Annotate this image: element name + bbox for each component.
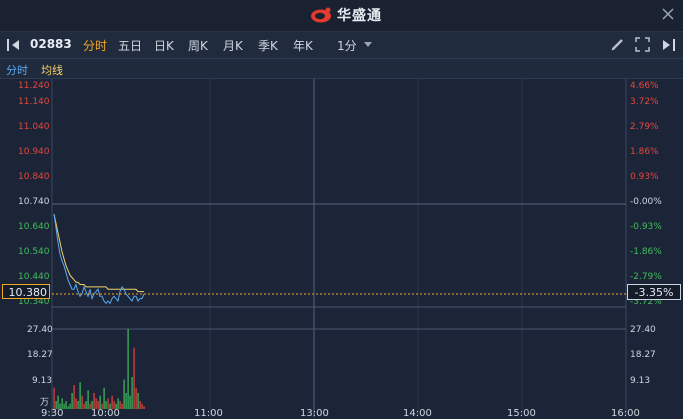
pct-tick: -1.86%	[630, 247, 662, 257]
stock-code: 02883	[30, 37, 72, 51]
volume-bar	[103, 387, 105, 409]
time-tick: 9:30	[41, 408, 64, 419]
volume-bar	[141, 403, 143, 409]
volume-bar	[143, 406, 145, 409]
pct-tick: 3.72%	[630, 97, 659, 107]
volume-bar	[73, 385, 75, 409]
current-price-label: 10.380	[2, 284, 50, 299]
legend-bar: 分时 均线	[0, 59, 683, 79]
tab-five-day[interactable]: 五日	[118, 37, 142, 54]
volume-tick-right: 18.27	[630, 350, 656, 360]
tab-quarterly-k[interactable]: 季K	[258, 37, 278, 54]
volume-bar	[65, 401, 67, 409]
pct-tick: 4.66%	[630, 81, 659, 91]
volume-bar	[135, 387, 137, 409]
volume-bar	[57, 395, 59, 409]
current-change-label: -3.35%	[627, 284, 681, 300]
tab-monthly-k[interactable]: 月K	[223, 37, 243, 54]
pencil-icon[interactable]	[610, 37, 625, 52]
brand-logo: 华盛通	[309, 5, 382, 25]
app-header: 华盛通	[0, 0, 683, 32]
volume-bar	[75, 398, 77, 409]
brand-name: 华盛通	[337, 8, 382, 24]
pct-tick: -2.79%	[630, 272, 662, 282]
volume-bar	[131, 377, 133, 409]
volume-tick: 18.27	[27, 350, 53, 360]
volume-bar	[93, 393, 95, 409]
price-tick: 10.940	[18, 147, 50, 157]
time-tick: 15:00	[507, 408, 536, 419]
time-tick: 10:00	[91, 408, 120, 419]
price-tick: 10.740	[18, 197, 50, 207]
brand-swirl-icon	[311, 7, 331, 23]
volume-bar	[53, 387, 55, 409]
price-tick: 11.140	[18, 97, 50, 107]
volume-bar	[111, 395, 113, 409]
pct-tick: 0.93%	[630, 172, 659, 182]
volume-bar	[79, 382, 81, 409]
tab-weekly-k[interactable]: 周K	[188, 37, 208, 54]
volume-bar	[63, 403, 65, 409]
chart-area[interactable]	[0, 79, 683, 417]
pct-tick: -0.93%	[630, 222, 662, 232]
price-tick: 10.640	[18, 222, 50, 232]
tab-daily-k[interactable]: 日K	[154, 37, 174, 54]
interval-select[interactable]: 1分	[337, 37, 357, 54]
volume-bar	[125, 393, 127, 409]
intraday-price-line	[53, 213, 145, 305]
volume-bar	[83, 403, 85, 409]
chevron-down-icon[interactable]	[364, 42, 372, 48]
average-price-line	[53, 213, 144, 293]
close-icon[interactable]	[660, 6, 676, 22]
time-tick: 13:00	[300, 408, 329, 419]
legend-intraday-line: 分时	[6, 64, 28, 77]
price-tick: 10.540	[18, 247, 50, 257]
volume-tick: 27.40	[27, 325, 53, 335]
tab-yearly-k[interactable]: 年K	[293, 37, 313, 54]
volume-bar	[81, 395, 83, 409]
chart-toolbar: 02883 分时 五日 日K 周K 月K 季K 年K 1分	[0, 32, 683, 59]
volume-bar	[99, 395, 101, 409]
legend-average-line: 均线	[41, 64, 63, 77]
expand-panel-icon[interactable]	[660, 38, 676, 52]
volume-tick-right: 27.40	[630, 325, 656, 335]
price-tick: 10.840	[18, 172, 50, 182]
volume-bar	[85, 401, 87, 409]
collapse-panel-icon[interactable]	[6, 38, 22, 52]
time-tick: 14:00	[403, 408, 432, 419]
price-tick: 11.040	[18, 122, 50, 132]
volume-bar	[69, 403, 71, 409]
pct-tick: 1.86%	[630, 147, 659, 157]
time-tick: 11:00	[194, 408, 223, 419]
volume-bar	[139, 401, 141, 409]
fullscreen-icon[interactable]	[635, 37, 650, 52]
volume-bar	[123, 379, 125, 409]
time-tick: 16:00	[611, 408, 640, 419]
volume-bar	[71, 393, 73, 409]
volume-bar	[67, 406, 69, 409]
volume-tick-right: 9.13	[630, 376, 651, 386]
price-tick: 10.440	[18, 272, 50, 282]
pct-tick: -0.00%	[630, 197, 662, 207]
volume-bar	[137, 393, 139, 409]
tab-intraday[interactable]: 分时	[83, 37, 107, 54]
volume-bar	[121, 403, 123, 409]
volume-unit: 万	[40, 398, 50, 408]
intraday-chart[interactable]	[0, 79, 683, 417]
volume-bar	[133, 347, 135, 409]
pct-tick: 2.79%	[630, 122, 659, 132]
volume-tick: 9.13	[32, 376, 53, 386]
price-tick: 11.240	[18, 81, 50, 91]
volume-bar	[87, 390, 89, 409]
volume-bar	[127, 329, 129, 409]
volume-bar	[77, 401, 79, 409]
volume-bar	[129, 395, 131, 409]
